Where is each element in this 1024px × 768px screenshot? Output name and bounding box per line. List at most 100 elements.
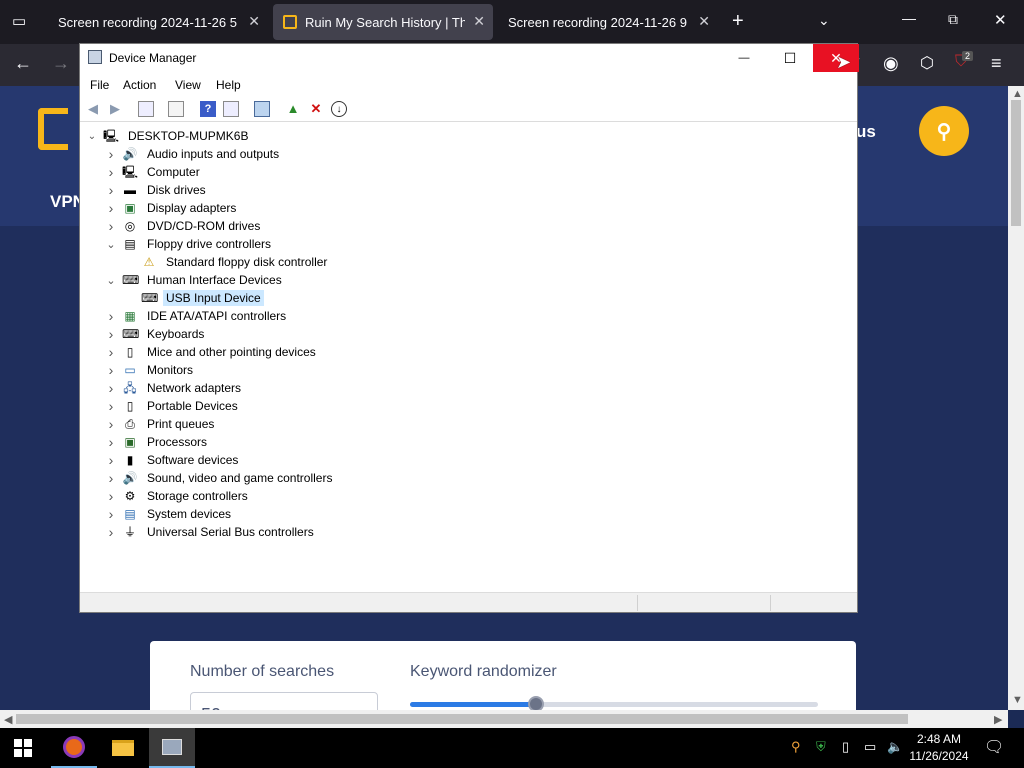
- start-button[interactable]: [0, 728, 46, 768]
- chevron-down-icon[interactable]: ⌄: [105, 238, 117, 251]
- update-driver-icon[interactable]: ▲: [285, 101, 301, 117]
- browser-minimize-icon[interactable]: —: [902, 10, 916, 26]
- disable-device-icon[interactable]: ↓: [331, 101, 347, 117]
- chevron-right-icon[interactable]: ›: [105, 326, 117, 342]
- tree-category[interactable]: › ▭ Monitors: [105, 361, 196, 379]
- tree-category[interactable]: › ⏚ Universal Serial Bus controllers: [105, 523, 317, 541]
- maximize-button[interactable]: ☐: [767, 44, 813, 72]
- tree-category[interactable]: › ◎ DVD/CD-ROM drives: [105, 217, 263, 235]
- forward-icon[interactable]: ▶: [107, 101, 123, 117]
- vertical-scroll-thumb[interactable]: [1011, 100, 1021, 226]
- scroll-up-icon[interactable]: ▲: [1012, 88, 1023, 100]
- notification-center-icon[interactable]: 🗨: [984, 737, 1004, 757]
- tree-device[interactable]: ⌨ USB Input Device: [124, 289, 264, 307]
- clock[interactable]: 2:48 AM 11/26/2024: [900, 731, 978, 765]
- scroll-left-icon[interactable]: ◀: [4, 713, 12, 726]
- chevron-right-icon[interactable]: ›: [105, 506, 117, 522]
- extensions-icon[interactable]: ⬡: [920, 53, 934, 73]
- tree-category[interactable]: › ▣ Display adapters: [105, 199, 239, 217]
- chevron-right-icon[interactable]: ›: [105, 182, 117, 198]
- chevron-right-icon[interactable]: ›: [105, 344, 117, 360]
- minimize-button[interactable]: —: [721, 44, 767, 72]
- forward-arrow-icon[interactable]: →: [52, 53, 70, 74]
- menu-view[interactable]: View: [175, 78, 201, 92]
- tree-category[interactable]: › ▮ Software devices: [105, 451, 241, 469]
- chevron-right-icon[interactable]: ›: [105, 164, 117, 180]
- search-button[interactable]: ⚲: [919, 106, 969, 156]
- device-tree[interactable]: ⌄ 🖳 DESKTOP-MUPMK6B › 🔊 Audio inputs and o…: [80, 123, 857, 590]
- browser-close-icon[interactable]: ✕: [994, 11, 1007, 29]
- chevron-right-icon[interactable]: ›: [105, 434, 117, 450]
- chevron-right-icon[interactable]: ›: [105, 362, 117, 378]
- close-tab-icon[interactable]: ✕: [248, 13, 260, 30]
- tab-list-icon[interactable]: ▭: [12, 12, 26, 30]
- tab-overflow-chevron-icon[interactable]: ⌄: [818, 12, 830, 29]
- tree-category[interactable]: › ⎙ Print queues: [105, 415, 217, 433]
- menu-action[interactable]: Action: [123, 78, 156, 92]
- tree-category[interactable]: › ⌨ Keyboards: [105, 325, 207, 343]
- tree-device[interactable]: ⚠ Standard floppy disk controller: [124, 253, 330, 271]
- new-tab-button[interactable]: +: [732, 10, 744, 33]
- close-tab-icon[interactable]: ✕: [473, 13, 485, 30]
- tab-screen-recording-1[interactable]: Screen recording 2024-11-26 5.45.59 ✕: [44, 4, 268, 40]
- security-shield-icon[interactable]: ⛨: [816, 739, 826, 755]
- tree-root[interactable]: ⌄ 🖳 DESKTOP-MUPMK6B: [86, 127, 251, 145]
- tree-category[interactable]: › 🖳 Computer: [105, 163, 203, 181]
- tree-category[interactable]: › ▤ System devices: [105, 505, 234, 523]
- chevron-right-icon[interactable]: ›: [105, 380, 117, 396]
- horizontal-scroll-thumb[interactable]: [16, 714, 908, 724]
- usb-eject-icon[interactable]: ▯: [842, 739, 849, 755]
- chevron-right-icon[interactable]: ›: [105, 308, 117, 324]
- menu-help[interactable]: Help: [216, 78, 241, 92]
- action-pane-icon[interactable]: [223, 101, 239, 117]
- taskbar-device-manager[interactable]: [149, 728, 195, 768]
- tree-category[interactable]: › ▣ Processors: [105, 433, 210, 451]
- chevron-right-icon[interactable]: ›: [105, 488, 117, 504]
- show-hide-console-tree-icon[interactable]: [138, 101, 154, 117]
- chevron-right-icon[interactable]: ›: [105, 416, 117, 432]
- tree-category[interactable]: ⌄ ⌨ Human Interface Devices: [105, 271, 285, 289]
- back-arrow-icon[interactable]: ←: [14, 53, 32, 74]
- horizontal-scrollbar[interactable]: ◀ ▶: [0, 710, 1008, 728]
- keyword-randomizer-slider[interactable]: [410, 696, 818, 712]
- taskbar-firefox[interactable]: [51, 728, 97, 768]
- chevron-down-icon[interactable]: ⌄: [86, 131, 98, 142]
- chevron-down-icon[interactable]: ⌄: [105, 274, 117, 287]
- chevron-right-icon[interactable]: ›: [105, 452, 117, 468]
- chevron-right-icon[interactable]: ›: [105, 200, 117, 216]
- tree-category[interactable]: › 🖧 Network adapters: [105, 379, 244, 397]
- uninstall-device-icon[interactable]: ✕: [308, 101, 324, 117]
- tree-category[interactable]: › ⚙ Storage controllers: [105, 487, 251, 505]
- tree-category[interactable]: › 🔊 Audio inputs and outputs: [105, 145, 282, 163]
- taskbar-file-explorer[interactable]: [100, 728, 146, 768]
- back-icon[interactable]: ◀: [85, 101, 101, 117]
- chevron-right-icon[interactable]: ›: [105, 470, 117, 486]
- scroll-down-icon[interactable]: ▼: [1012, 694, 1023, 706]
- menu-hamburger-icon[interactable]: ≡: [991, 53, 1002, 74]
- chevron-right-icon[interactable]: ›: [105, 146, 117, 162]
- tree-category[interactable]: › ▬ Disk drives: [105, 181, 209, 199]
- tree-category[interactable]: › ▯ Mice and other pointing devices: [105, 343, 319, 361]
- tree-category[interactable]: ⌄ ▤ Floppy drive controllers: [105, 235, 274, 253]
- nav-us-link[interactable]: us: [856, 122, 876, 142]
- scan-hardware-icon[interactable]: [254, 101, 270, 117]
- chevron-right-icon[interactable]: ›: [105, 218, 117, 234]
- site-logo-icon[interactable]: [38, 108, 68, 150]
- scroll-right-icon[interactable]: ▶: [994, 713, 1002, 726]
- chevron-right-icon[interactable]: ›: [105, 524, 117, 540]
- tree-category[interactable]: › 🔊 Sound, video and game controllers: [105, 469, 335, 487]
- help-icon[interactable]: ?: [200, 101, 216, 117]
- account-icon[interactable]: ◉: [883, 53, 899, 74]
- title-bar[interactable]: Device Manager — ☐ ✕: [80, 44, 859, 72]
- close-tab-icon[interactable]: ✕: [698, 13, 710, 30]
- tab-screen-recording-2[interactable]: Screen recording 2024-11-26 9.16.44 ✕: [494, 4, 718, 40]
- search-tray-icon[interactable]: ⚲: [791, 739, 801, 755]
- network-icon[interactable]: ▭: [864, 739, 876, 755]
- properties-icon[interactable]: [168, 101, 184, 117]
- tree-category[interactable]: › ▯ Portable Devices: [105, 397, 241, 415]
- menu-file[interactable]: File: [90, 78, 109, 92]
- tree-category[interactable]: › ▦ IDE ATA/ATAPI controllers: [105, 307, 289, 325]
- vertical-scrollbar[interactable]: ▲ ▼: [1008, 86, 1024, 710]
- browser-restore-icon[interactable]: ⧉: [948, 11, 958, 28]
- chevron-right-icon[interactable]: ›: [105, 398, 117, 414]
